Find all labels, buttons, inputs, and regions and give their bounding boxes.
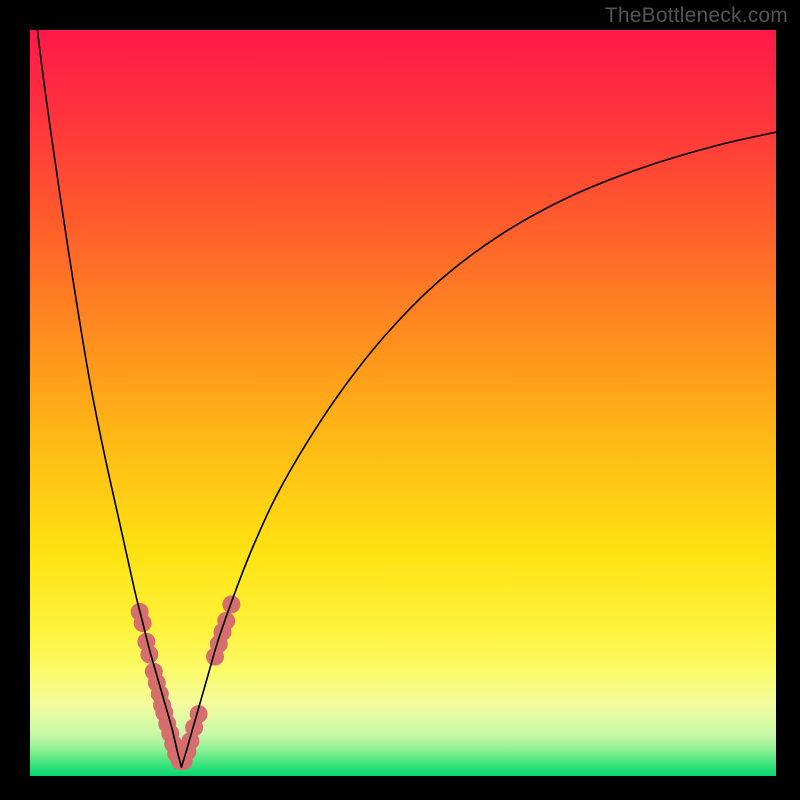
curves-layer	[30, 30, 776, 776]
plot-area	[30, 30, 776, 776]
chart-frame: TheBottleneck.com	[0, 0, 800, 800]
right-branch-curve	[181, 132, 776, 767]
watermark-text: TheBottleneck.com	[605, 4, 788, 28]
left-branch-curve	[34, 30, 182, 767]
